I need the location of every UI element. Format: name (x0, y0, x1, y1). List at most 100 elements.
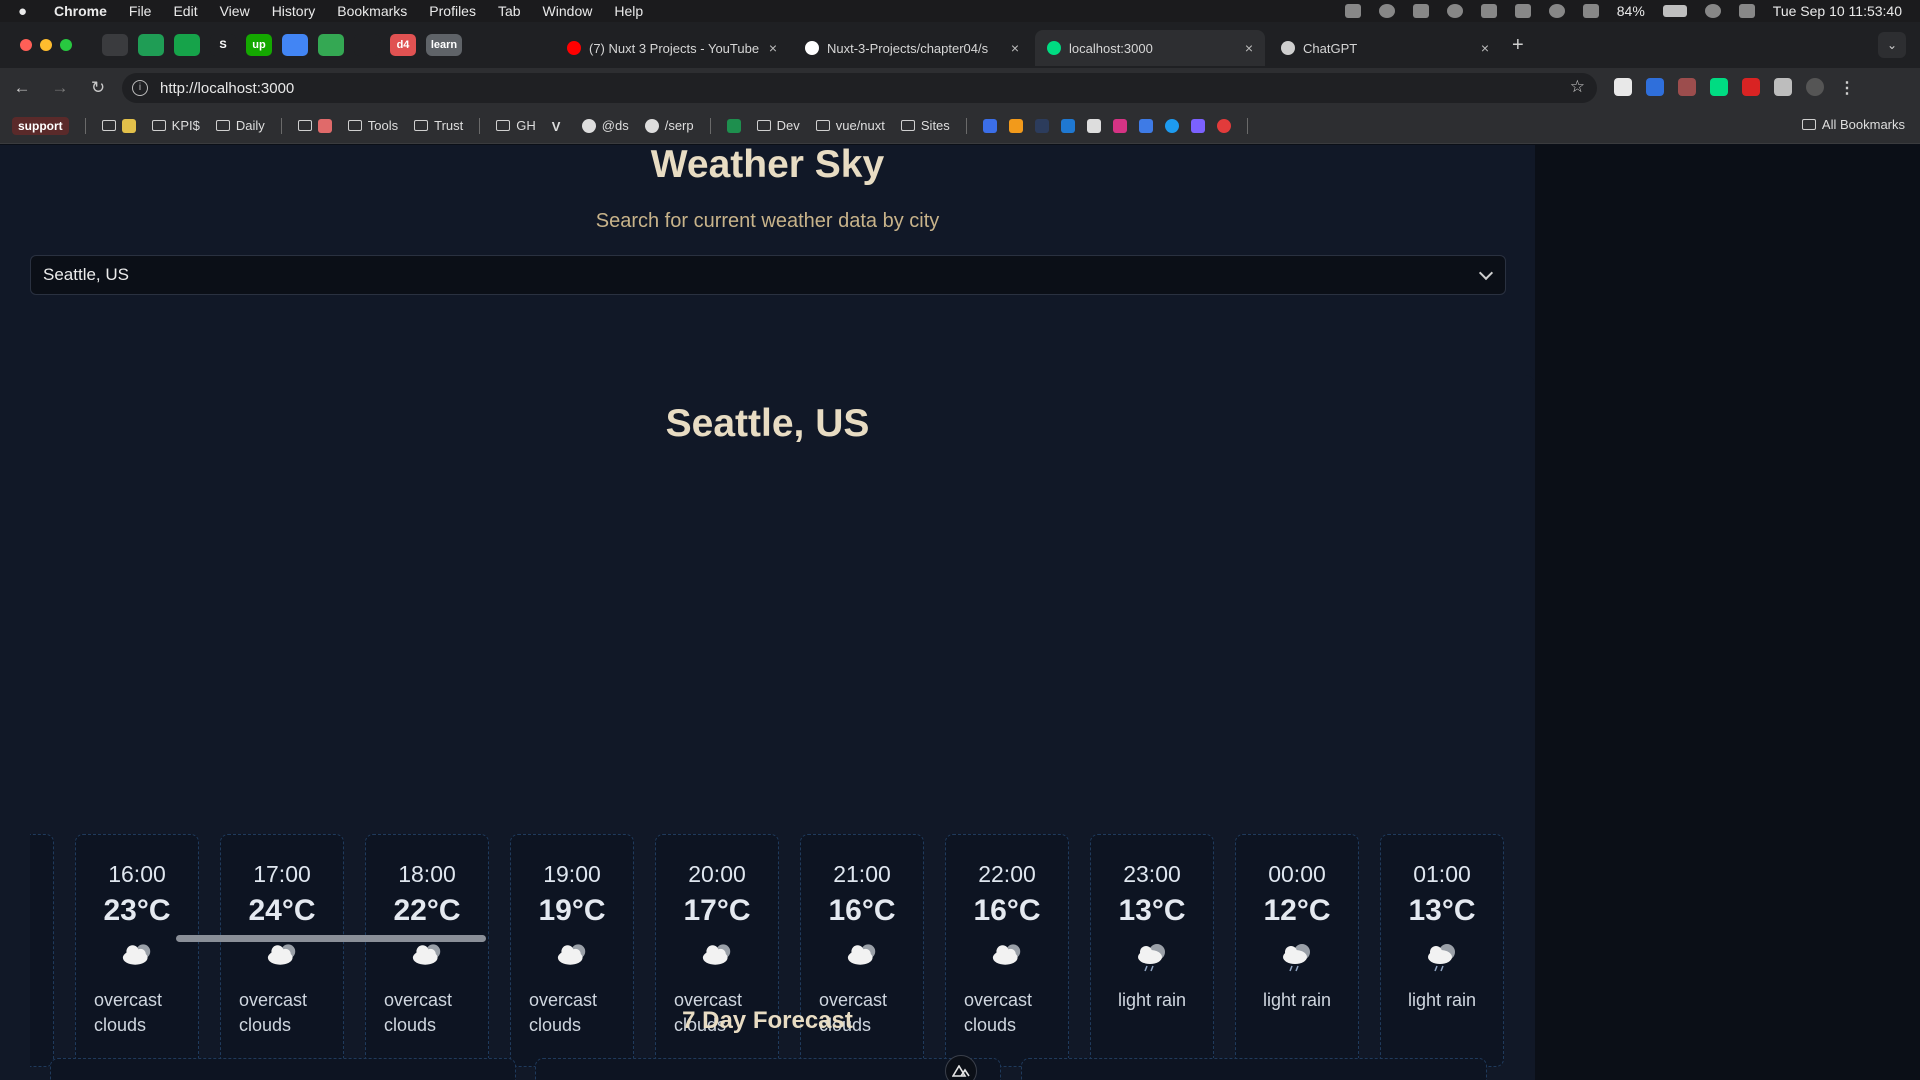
bookmark-icon[interactable] (1086, 118, 1101, 133)
pinned-tab-7[interactable] (318, 34, 344, 56)
hourly-forecast-scroller[interactable]: 16:00 23°C overcast clouds 17:00 24°C overcas… (30, 834, 1506, 1072)
menu-chrome[interactable]: Chrome (54, 3, 107, 19)
vpn-icon[interactable] (1344, 4, 1361, 18)
hourly-time: 18:00 (398, 861, 456, 887)
bookmark-ds[interactable]: @ds (581, 118, 629, 133)
site-info-icon[interactable]: i (132, 80, 148, 96)
bookmark-trust[interactable]: Trust (414, 118, 463, 133)
menu-window[interactable]: Window (543, 3, 593, 19)
tab-close-icon[interactable]: × (1011, 40, 1019, 56)
control-icon[interactable] (1378, 4, 1395, 18)
menu-tab[interactable]: Tab (498, 3, 521, 19)
bookmark-sites[interactable]: Sites (900, 118, 950, 133)
target-icon[interactable] (1216, 118, 1231, 133)
nuxt-devtools-badge[interactable] (945, 1055, 977, 1080)
hourly-time: 16:00 (108, 861, 166, 887)
keyboard-icon[interactable] (1582, 4, 1599, 18)
tab-close-icon[interactable]: × (769, 40, 777, 56)
menu-view[interactable]: View (220, 3, 250, 19)
bookmark-tools[interactable]: Tools (347, 118, 398, 133)
forward-icon[interactable]: → (44, 78, 76, 98)
apple-menu-icon[interactable]: ● (18, 3, 40, 20)
bookmark-support[interactable]: support (12, 116, 69, 135)
forecast-day-card (1021, 1058, 1487, 1080)
wifi-icon[interactable] (1548, 4, 1565, 18)
bookmark-icon[interactable] (982, 118, 997, 133)
menu-profiles[interactable]: Profiles (429, 3, 476, 19)
bookmark-dev[interactable]: Dev (756, 118, 800, 133)
bookmark-vue-nuxt[interactable]: vue/nuxt (815, 118, 885, 133)
back-icon[interactable]: ← (6, 78, 38, 98)
window-controls (20, 39, 72, 51)
city-select-value[interactable]: Seattle, US (43, 265, 129, 285)
display-icon[interactable] (1412, 4, 1429, 18)
pinned-tab-1[interactable] (102, 34, 128, 56)
cloud-icon[interactable] (1446, 4, 1463, 18)
reload-icon[interactable]: ↻ (82, 78, 114, 98)
bookmark-daily[interactable]: Daily (215, 118, 265, 133)
menu-history[interactable]: History (272, 3, 316, 19)
pinned-tab-4[interactable]: S (210, 34, 236, 56)
bookmark-green[interactable] (726, 118, 741, 133)
pinned-tab-9[interactable]: d4 (390, 34, 416, 56)
control-center-icon[interactable] (1738, 4, 1755, 18)
hourly-scrollbar-thumb[interactable] (176, 935, 486, 942)
hourly-time: 19:00 (543, 861, 601, 887)
tab-4[interactable]: ChatGPT × (1269, 30, 1501, 66)
chevron-down-icon[interactable] (1478, 265, 1494, 281)
bookmark-icon[interactable] (1164, 118, 1179, 133)
close-window-button[interactable] (20, 39, 32, 51)
pinned-tab-8[interactable] (354, 34, 380, 56)
chrome-menu-icon[interactable]: ⋮ (1838, 78, 1856, 97)
bookmark-icon[interactable] (1034, 118, 1049, 133)
minimize-window-button[interactable] (40, 39, 52, 51)
bookmark-icon[interactable] (1112, 118, 1127, 133)
bookmark-icon[interactable] (1190, 118, 1205, 133)
menu-file[interactable]: File (129, 3, 152, 19)
layers-icon[interactable] (1514, 4, 1531, 18)
all-bookmarks-label: All Bookmarks (1821, 117, 1905, 132)
city-select[interactable]: Seattle, US (30, 255, 1506, 295)
bookmark-label: KPI$ (171, 118, 200, 133)
extension-5-icon[interactable] (1742, 78, 1760, 96)
battery-icon[interactable] (1662, 5, 1687, 17)
extension-2-icon[interactable] (1646, 78, 1664, 96)
extension-1-icon[interactable] (1614, 78, 1632, 96)
amazon-icon[interactable] (1008, 118, 1023, 133)
pinned-tab-2[interactable] (138, 34, 164, 56)
extension-3-icon[interactable] (1678, 78, 1696, 96)
menu-bookmarks[interactable]: Bookmarks (337, 3, 407, 19)
address-bar[interactable]: i http://localhost:3000 ☆ (122, 73, 1597, 103)
tab-3[interactable]: localhost:3000 × (1035, 30, 1265, 66)
all-bookmarks[interactable]: All Bookmarks (1801, 117, 1905, 132)
spotlight-icon[interactable] (1704, 4, 1721, 18)
clock[interactable]: Tue Sep 10 11:53:40 (1773, 3, 1902, 19)
menu-edit[interactable]: Edit (173, 3, 197, 19)
bookmark-star-icon[interactable]: ☆ (1570, 77, 1585, 97)
screen-icon[interactable] (1480, 4, 1497, 18)
menu-help[interactable]: Help (614, 3, 643, 19)
tab-search-button[interactable]: ⌄ (1878, 32, 1906, 58)
tab-2[interactable]: Nuxt-3-Projects/chapter04/s × (793, 30, 1031, 66)
bookmark-folder-tag[interactable] (297, 118, 332, 133)
pinned-tab-6[interactable] (282, 34, 308, 56)
profile-avatar[interactable] (1806, 78, 1824, 96)
tab-close-icon[interactable]: × (1245, 40, 1253, 56)
outlook-icon[interactable] (1060, 118, 1075, 133)
new-tab-button[interactable]: + (1512, 34, 1524, 57)
bookmark-gh[interactable]: GH (496, 118, 536, 133)
bookmark-folder-icons[interactable] (101, 118, 136, 133)
drive-icon[interactable] (1138, 118, 1153, 133)
tab-1[interactable]: (7) Nuxt 3 Projects - YouTube × (555, 30, 789, 66)
pinned-tab-3[interactable] (174, 34, 200, 56)
pinned-tab-10[interactable]: learn (426, 34, 462, 56)
address-url[interactable]: http://localhost:3000 (160, 80, 294, 97)
bookmark-vercel[interactable]: V (552, 119, 566, 134)
bookmark-kpi[interactable]: KPI$ (151, 118, 200, 133)
tab-close-icon[interactable]: × (1481, 40, 1489, 56)
zoom-window-button[interactable] (60, 39, 72, 51)
bookmark-serp[interactable]: /serp (644, 118, 694, 133)
pinned-tab-5[interactable]: up (246, 34, 272, 56)
nuxt-devtools-icon[interactable] (1710, 78, 1728, 96)
extensions-puzzle-icon[interactable] (1774, 78, 1792, 96)
